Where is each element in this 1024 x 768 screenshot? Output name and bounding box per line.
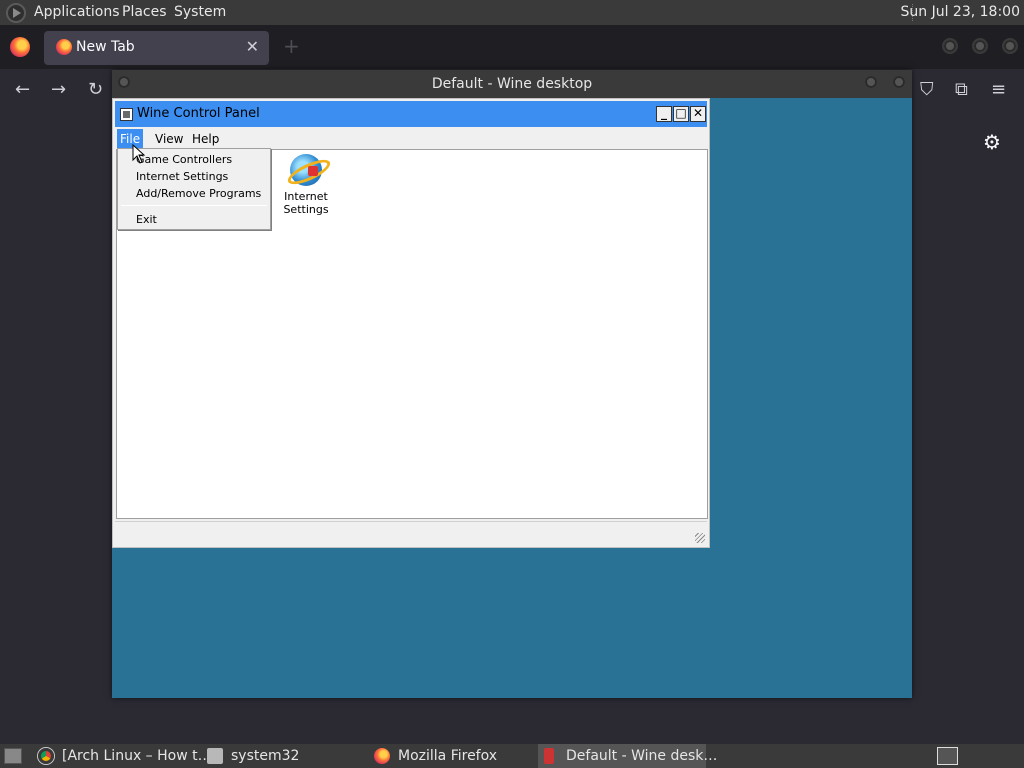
maximize-window-icon[interactable]	[972, 38, 988, 54]
places-menu[interactable]: Places	[122, 4, 167, 20]
wine-desktop-titlebar[interactable]: Default - Wine desktop	[112, 70, 912, 98]
minimize-window-icon[interactable]	[942, 38, 958, 54]
close-tab-icon[interactable]: ✕	[246, 37, 259, 56]
close-window-icon[interactable]	[1002, 38, 1018, 54]
wine-desktop-title: Default - Wine desktop	[431, 76, 593, 92]
forward-icon[interactable]: →	[51, 79, 66, 100]
applet-label-line1: Internet	[284, 190, 328, 203]
distro-logo-icon[interactable]	[6, 3, 26, 23]
internet-settings-icon	[290, 154, 322, 186]
applet-internet-settings[interactable]: Internet Settings	[275, 154, 337, 216]
firefox-tabbar: New Tab ✕ +	[0, 25, 1024, 69]
task-label: Mozilla Firefox	[398, 748, 498, 764]
task-label: [Arch Linux – How t…	[62, 748, 212, 764]
size-grip-icon[interactable]	[695, 533, 705, 543]
show-desktop-icon[interactable]	[4, 748, 22, 764]
firefox-logo-icon[interactable]	[10, 37, 30, 57]
menu-item-add-remove-programs[interactable]: Add/Remove Programs	[136, 187, 261, 200]
wine-desktop-minimize-icon[interactable]	[863, 74, 879, 90]
control-panel-title: Wine Control Panel	[137, 106, 260, 121]
back-icon[interactable]: ←	[15, 79, 30, 100]
new-tab-button[interactable]: +	[283, 34, 300, 58]
firefox-tab-icon	[56, 39, 72, 55]
view-menu[interactable]: View	[152, 132, 186, 149]
gear-icon[interactable]: ⚙	[983, 130, 1001, 154]
menu-item-exit[interactable]: Exit	[136, 213, 157, 226]
menu-separator	[121, 205, 267, 206]
menu-item-game-controllers[interactable]: Game Controllers	[136, 153, 232, 166]
wine-desktop-maximize-icon[interactable]	[891, 74, 907, 90]
taskbar: [Arch Linux – How t… system32 Mozilla Fi…	[0, 744, 1024, 768]
system-menu[interactable]: System	[174, 4, 226, 20]
status-bar	[115, 521, 707, 545]
tab-new-tab[interactable]: New Tab ✕	[44, 31, 269, 65]
task-mozilla-firefox[interactable]: Mozilla Firefox	[370, 744, 532, 768]
control-panel-icon	[120, 108, 133, 121]
pocket-icon[interactable]: ⛉	[920, 79, 934, 100]
folder-icon	[207, 748, 223, 764]
task-label: system32	[231, 748, 300, 764]
applet-label-line2: Settings	[283, 203, 329, 216]
workspace-switcher[interactable]	[937, 747, 958, 765]
task-system32[interactable]: system32	[203, 744, 363, 768]
wine-desktop-menu-icon[interactable]	[116, 74, 132, 90]
maximize-button[interactable]: □	[673, 106, 689, 122]
close-button[interactable]: ✕	[690, 106, 706, 122]
task-label: Default - Wine desk…	[566, 748, 718, 764]
task-arch-linux[interactable]: [Arch Linux – How t…	[34, 744, 212, 768]
tab-label: New Tab	[76, 39, 135, 55]
task-wine-desktop[interactable]: Default - Wine desk…	[538, 744, 717, 768]
menu-item-internet-settings[interactable]: Internet Settings	[136, 170, 228, 183]
top-panel: Applications Places System Sun Jul 23, 1…	[0, 0, 1024, 25]
chromium-icon	[38, 748, 54, 764]
reload-icon[interactable]: ↻	[88, 79, 103, 100]
applications-menu[interactable]: Applications	[34, 4, 120, 20]
minimize-button[interactable]: _	[656, 106, 672, 122]
wine-icon	[544, 748, 554, 764]
extensions-icon[interactable]: ⧉	[955, 79, 968, 100]
control-panel-titlebar[interactable]: Wine Control Panel _ □ ✕	[115, 101, 707, 127]
clock[interactable]: Sun Jul 23, 18:00	[901, 4, 1021, 20]
help-menu[interactable]: Help	[189, 132, 222, 149]
firefox-icon	[374, 748, 390, 764]
menu-icon[interactable]: ≡	[991, 79, 1006, 100]
control-panel-menubar: File View Help	[115, 129, 707, 149]
